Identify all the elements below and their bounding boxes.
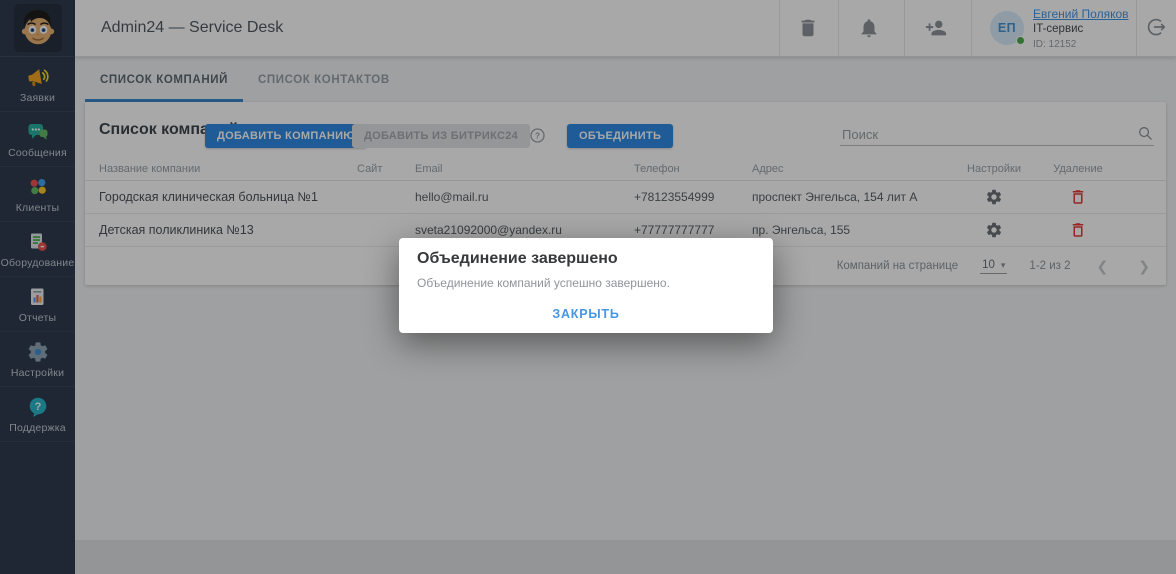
- close-button[interactable]: ЗАКРЫТЬ: [542, 302, 629, 326]
- app-root: Заявки Сообщения Клиенты Оборудование От: [0, 0, 1176, 574]
- dialog-title: Объединение завершено: [417, 250, 618, 268]
- dialog-message: Объединение компаний успешно завершено.: [417, 276, 670, 290]
- merge-complete-dialog: Объединение завершено Объединение компан…: [399, 238, 773, 333]
